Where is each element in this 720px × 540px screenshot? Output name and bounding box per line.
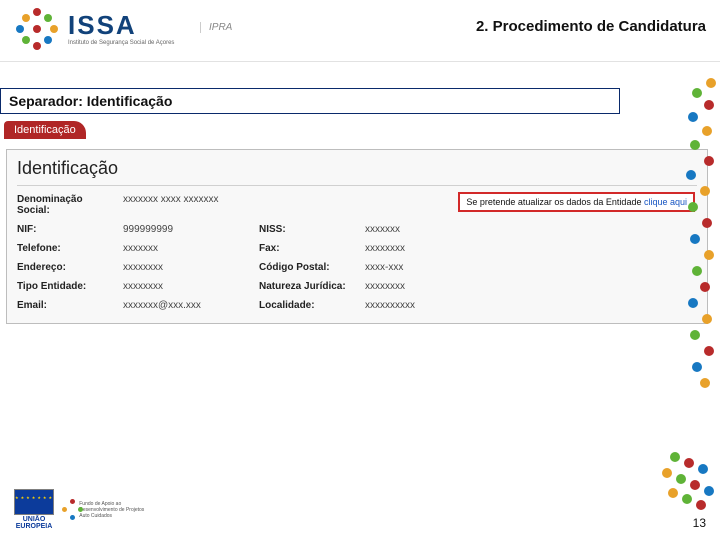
footer: UNIÃO EUROPEIA Fundo de Apoio ao Desenvo… (14, 489, 152, 530)
eu-flag-icon (14, 489, 54, 515)
decorative-dots-bottom-right (650, 452, 720, 512)
fund-logo: Fundo de Apoio ao Desenvolvimento de Pro… (62, 495, 152, 525)
label-nif: NIF: (17, 224, 117, 235)
label-fax: Fax: (259, 243, 359, 254)
tab-identificacao[interactable]: Identificação (4, 121, 86, 139)
logo-issa: ISSA Instituto de Segurança Social de Aç… (16, 8, 174, 50)
value-denominacao: xxxxxxx xxxx xxxxxxx (123, 194, 475, 216)
label-niss: NISS: (259, 224, 359, 235)
label-natureza: Natureza Jurídica: (259, 281, 359, 292)
card-title: Identificação (17, 158, 697, 186)
value-codigo-postal: xxxx-xxx (365, 262, 475, 273)
label-localidade: Localidade: (259, 300, 359, 311)
decorative-dots-right (672, 78, 720, 408)
issa-logo-icon (16, 8, 58, 50)
eu-flag-block: UNIÃO EUROPEIA (14, 489, 54, 530)
label-telefone: Telefone: (17, 243, 117, 254)
update-entity-text: Se pretende atualizar os dados da Entida… (466, 197, 644, 207)
label-email: Email: (17, 300, 117, 311)
update-entity-callout: Se pretende atualizar os dados da Entida… (458, 192, 695, 212)
value-email: xxxxxxx@xxx.xxx (123, 300, 253, 311)
value-niss: xxxxxxx (365, 224, 475, 235)
value-endereco: xxxxxxxx (123, 262, 253, 273)
value-tipo-entidade: xxxxxxxx (123, 281, 253, 292)
value-natureza: xxxxxxxx (365, 281, 475, 292)
label-tipo-entidade: Tipo Entidade: (17, 281, 117, 292)
logo-text-main: ISSA (68, 12, 174, 38)
tab-row: Identificação (4, 120, 720, 139)
header: ISSA Instituto de Segurança Social de Aç… (0, 0, 720, 62)
section-separator-title: Separador: Identificação (0, 88, 620, 114)
fund-logo-text: Fundo de Apoio ao Desenvolvimento de Pro… (79, 501, 152, 519)
fund-logo-icon (62, 499, 73, 521)
value-fax: xxxxxxxx (365, 243, 475, 254)
value-telefone: xxxxxxx (123, 243, 253, 254)
page-title: 2. Procedimento de Candidatura (476, 18, 706, 35)
logo-text-sub: Instituto de Segurança Social de Açores (68, 40, 174, 46)
page-number: 13 (693, 516, 706, 530)
value-nif: 999999999 (123, 224, 253, 235)
label-endereco: Endereço: (17, 262, 117, 273)
identificacao-card: Identificação Denominação Social: xxxxxx… (6, 149, 708, 324)
label-codigo-postal: Código Postal: (259, 262, 359, 273)
value-localidade: xxxxxxxxxx (365, 300, 475, 311)
logo-ipra: IPRA (200, 22, 232, 33)
label-denominacao: Denominação Social: (17, 194, 117, 216)
eu-flag-label: UNIÃO EUROPEIA (14, 516, 54, 530)
